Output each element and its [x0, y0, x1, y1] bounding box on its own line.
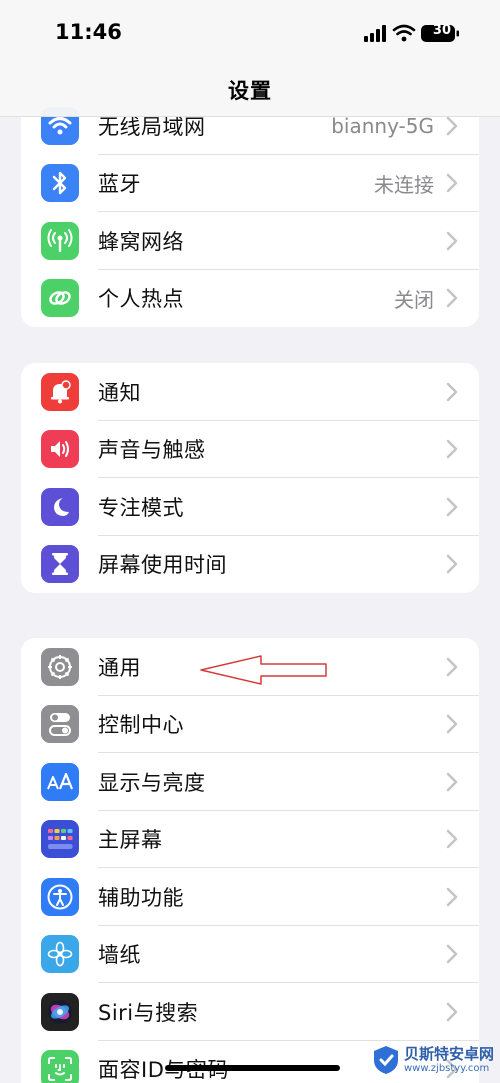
row-label: 辅助功能	[98, 885, 184, 910]
row-label: 屏幕使用时间	[98, 553, 227, 578]
chevron-right-icon	[446, 1002, 458, 1021]
row-label: 控制中心	[98, 713, 184, 738]
chevron-right-icon	[446, 231, 458, 250]
chevron-right-icon	[446, 555, 458, 574]
chevron-right-icon	[446, 289, 458, 308]
moon-icon	[41, 487, 79, 526]
row-display[interactable]: 显示与亮度	[21, 753, 479, 811]
antenna-icon	[41, 221, 79, 260]
navigation-bar: 11:46 30 设置	[0, 0, 500, 117]
link-icon	[41, 279, 79, 318]
watermark-url: www.zjbstyy.com	[404, 1063, 490, 1074]
home-indicator[interactable]	[165, 1065, 340, 1071]
row-label: 主屏幕	[98, 828, 163, 853]
row-label: 专注模式	[98, 495, 184, 520]
row-label: 通知	[98, 380, 141, 405]
settings-list[interactable]: 无线局域网 bianny-5G 蓝牙 未连接 蜂窝网络 个人热点 关闭 通知 声…	[0, 0, 500, 1083]
row-label: 个人热点	[98, 287, 184, 312]
general-group: 通用 控制中心 显示与亮度 主屏幕 辅助功能 墙纸 Siri与搜索 面容ID与密…	[21, 638, 479, 1083]
row-general[interactable]: 通用	[21, 638, 479, 696]
bluetooth-icon	[41, 164, 79, 203]
hourglass-icon	[41, 545, 79, 584]
text-size-icon	[41, 762, 79, 801]
wifi-status-icon	[392, 24, 416, 42]
gear-icon	[41, 647, 79, 686]
chevron-right-icon	[446, 945, 458, 964]
row-label: 蜂窝网络	[98, 229, 184, 254]
chevron-right-icon	[446, 715, 458, 734]
face-id-icon	[41, 1050, 79, 1083]
row-hotspot[interactable]: 个人热点 关闭	[21, 270, 479, 328]
row-siri[interactable]: Siri与搜索	[21, 983, 479, 1041]
chevron-right-icon	[446, 440, 458, 459]
row-bluetooth[interactable]: 蓝牙 未连接	[21, 155, 479, 212]
row-value: bianny-5G	[331, 113, 434, 138]
siri-icon	[41, 992, 79, 1031]
row-value: 关闭	[394, 287, 434, 312]
chevron-right-icon	[446, 174, 458, 193]
notifications-group: 通知 声音与触感 专注模式 屏幕使用时间	[21, 363, 479, 593]
row-control-center[interactable]: 控制中心	[21, 696, 479, 753]
cellular-signal-icon	[364, 25, 386, 42]
row-cellular[interactable]: 蜂窝网络	[21, 212, 479, 270]
chevron-right-icon	[446, 830, 458, 849]
app-grid-icon	[41, 820, 79, 859]
page-title: 设置	[228, 79, 272, 103]
flower-icon	[41, 935, 79, 974]
row-label: Siri与搜索	[98, 1000, 199, 1025]
row-label: 墙纸	[98, 943, 141, 968]
watermark-name: 贝斯特安卓网	[404, 1045, 495, 1063]
speaker-icon	[41, 430, 79, 469]
toggles-icon	[41, 705, 79, 744]
battery-level: 30	[432, 23, 451, 38]
chevron-right-icon	[446, 497, 458, 516]
connectivity-group: 无线局域网 bianny-5G 蓝牙 未连接 蜂窝网络 个人热点 关闭	[21, 97, 479, 327]
chevron-right-icon	[446, 657, 458, 676]
chevron-right-icon	[446, 772, 458, 791]
row-label: 蓝牙	[98, 172, 141, 197]
row-focus[interactable]: 专注模式	[21, 478, 479, 536]
chevron-right-icon	[446, 887, 458, 906]
row-label: 显示与亮度	[98, 770, 206, 795]
row-accessibility[interactable]: 辅助功能	[21, 868, 479, 926]
row-screen-time[interactable]: 屏幕使用时间	[21, 536, 479, 594]
row-sounds[interactable]: 声音与触感	[21, 421, 479, 478]
status-time: 11:46	[55, 20, 122, 44]
row-label: 通用	[98, 655, 141, 680]
accessibility-icon	[41, 877, 79, 916]
row-label: 声音与触感	[98, 438, 206, 463]
row-notifications[interactable]: 通知	[21, 363, 479, 421]
arrow-annotation	[200, 655, 327, 685]
shield-logo-icon	[374, 1046, 398, 1074]
chevron-right-icon	[446, 382, 458, 401]
chevron-right-icon	[446, 116, 458, 135]
row-value: 未连接	[374, 172, 434, 197]
row-wallpaper[interactable]: 墙纸	[21, 926, 479, 983]
bell-icon	[41, 372, 79, 411]
row-home-screen[interactable]: 主屏幕	[21, 811, 479, 868]
watermark: 贝斯特安卓网 www.zjbstyy.com	[370, 1042, 498, 1080]
